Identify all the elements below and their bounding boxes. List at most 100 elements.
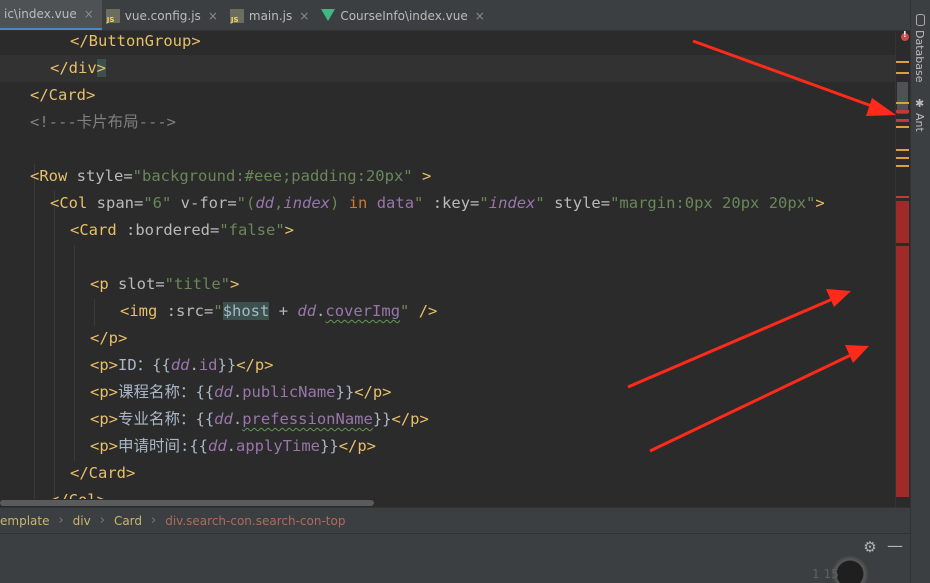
code-token: >: [412, 167, 432, 185]
ant-tool-label[interactable]: Ant: [913, 113, 926, 132]
code-line[interactable]: <p>申请时间:{{dd.applyTime}}</p>: [0, 433, 895, 460]
code-token: data: [376, 194, 415, 212]
error-stripe[interactable]: [895, 31, 910, 507]
code-token: coverImg: [325, 302, 401, 320]
code-token: dd: [170, 356, 190, 374]
code-line[interactable]: <p slot="title">: [0, 271, 895, 298]
editor-tab[interactable]: main.js ×: [226, 0, 317, 30]
code-line[interactable]: <Row style="background:#eee;padding:20px…: [0, 163, 895, 190]
code-token: applyTime: [236, 437, 321, 455]
warning-mark[interactable]: [896, 165, 909, 167]
warning-mark[interactable]: [896, 72, 909, 74]
code-token: >: [230, 275, 240, 293]
editor-tab[interactable]: CourseInfo\index.vue ×: [317, 0, 492, 30]
breadcrumb-item[interactable]: div: [73, 514, 91, 528]
code-token: ": [479, 194, 489, 212]
code-line[interactable]: </div>: [0, 55, 895, 82]
database-tool-label[interactable]: Database: [913, 30, 926, 83]
watermark-text: 1 15: [812, 567, 839, 581]
code-token: <Col: [50, 194, 97, 212]
horizontal-scrollbar-thumb[interactable]: [0, 500, 374, 506]
code-token: slot=: [118, 275, 165, 293]
code-token: "background:#eee;padding:20px": [132, 167, 413, 185]
code-token: }}: [372, 410, 392, 428]
code-line[interactable]: <Card :bordered="false">: [0, 217, 895, 244]
code-token: </Card>: [30, 86, 96, 104]
warning-mark[interactable]: [896, 157, 909, 159]
code-line[interactable]: [0, 136, 895, 163]
bottom-tool-panel: ⚙ — 1 15: [0, 533, 910, 583]
breadcrumb-item[interactable]: Card: [114, 514, 142, 528]
code-token: "title": [164, 275, 230, 293]
code-token: ): [330, 194, 349, 212]
warning-mark[interactable]: [896, 149, 909, 151]
code-token: +: [269, 302, 298, 320]
code-token: <Row: [30, 167, 77, 185]
hide-panel-icon[interactable]: —: [887, 538, 903, 554]
code-editor[interactable]: </ButtonGroup> </div> </Card> <!---卡片布局--->…: [0, 31, 895, 507]
code-line[interactable]: <!---卡片布局--->: [0, 109, 895, 136]
database-icon[interactable]: [916, 14, 925, 26]
code-token: ": [400, 302, 410, 320]
error-region[interactable]: [896, 201, 909, 243]
code-line[interactable]: <p>课程名称：{{dd.publicName}}</p>: [0, 379, 895, 406]
breadcrumb-separator-icon: ›: [151, 513, 157, 528]
code-token: </div: [50, 59, 97, 77]
code-token: index: [488, 194, 536, 212]
error-region[interactable]: [896, 246, 909, 497]
editor-tab[interactable]: ic\index.vue ×: [0, 0, 102, 30]
code-line[interactable]: </p>: [0, 325, 895, 352]
close-tab-icon[interactable]: ×: [208, 9, 218, 23]
code-token: :key=: [423, 194, 480, 212]
settings-gear-icon[interactable]: ⚙: [862, 539, 878, 555]
code-token: <!---卡片布局--->: [30, 113, 176, 131]
code-token: dd: [297, 302, 317, 320]
code-token: </Card>: [70, 464, 136, 482]
code-token: index: [283, 194, 331, 212]
code-token: <p: [90, 275, 118, 293]
code-token: 课程名称：{{: [118, 383, 215, 401]
code-line[interactable]: <Col span="6" v-for="(dd,index) in data"…: [0, 190, 895, 217]
code-token: dd: [214, 410, 233, 428]
code-token: >: [815, 194, 825, 212]
editor-tab[interactable]: vue.config.js ×: [102, 0, 226, 30]
code-line[interactable]: </Card>: [0, 460, 895, 487]
code-token: dd: [255, 194, 275, 212]
close-tab-icon[interactable]: ×: [299, 9, 309, 23]
error-indicator-icon[interactable]: [901, 30, 909, 41]
code-line[interactable]: [0, 244, 895, 271]
code-token: ID：{{: [118, 356, 171, 374]
code-token: publicName: [242, 383, 336, 401]
vue-file-icon: [321, 8, 336, 23]
error-mark[interactable]: [896, 196, 909, 198]
breadcrumb-item[interactable]: div.search-con.search-con-top: [165, 514, 345, 528]
editor-tab-label: ic\index.vue: [4, 7, 77, 21]
code-line[interactable]: <p>专业名称：{{dd.prefessionName}}</p>: [0, 406, 895, 433]
warning-mark[interactable]: [896, 102, 909, 104]
code-line[interactable]: </ButtonGroup>: [0, 31, 895, 55]
code-token: </p>: [236, 356, 274, 374]
breadcrumb-item[interactable]: emplate: [0, 514, 49, 528]
code-line[interactable]: </Card>: [0, 82, 895, 109]
code-line[interactable]: <p>ID：{{dd.id}}</p>: [0, 352, 895, 379]
code-token: >: [284, 221, 294, 239]
code-token: }}: [217, 356, 237, 374]
code-token: </p>: [354, 383, 392, 401]
code-token: </p>: [391, 410, 429, 428]
code-token: $host: [222, 302, 270, 320]
code-token: <p>: [90, 410, 118, 428]
breadcrumb: emplate › div › Card › div.search-con.search-c…: [0, 507, 910, 533]
ant-icon[interactable]: ✱: [915, 97, 927, 110]
warning-mark[interactable]: [896, 126, 909, 128]
code-token: .: [232, 383, 243, 401]
code-line[interactable]: <img :src="$host + dd.coverImg" />: [0, 298, 895, 325]
error-mark[interactable]: [896, 110, 909, 113]
close-tab-icon[interactable]: ×: [84, 7, 94, 21]
error-mark[interactable]: [896, 119, 909, 122]
horizontal-scrollbar[interactable]: [0, 499, 895, 507]
warning-mark[interactable]: [896, 61, 909, 63]
code-token: ": [414, 194, 424, 212]
code-token: >: [96, 59, 107, 77]
close-tab-icon[interactable]: ×: [475, 9, 485, 23]
